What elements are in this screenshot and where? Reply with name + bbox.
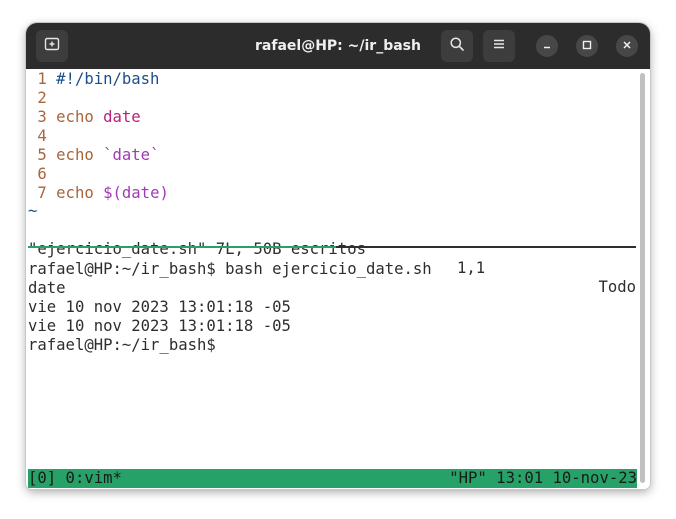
vim-line: 7 echo $(date) [28,184,169,203]
pane-divider-active [28,246,336,248]
vim-line: 3 echo date [28,108,141,127]
line-number: 6 [28,165,57,183]
pane-divider [336,246,636,248]
code-token: #!/bin/bash [56,70,160,88]
vim-status-line: "ejercicio_date.sh" 7L, 50B escritos 1,1… [28,221,636,296]
shell-line: rafael@HP:~/ir_bash$ bash ejercicio_date… [28,260,432,278]
line-number: 5 [28,146,57,164]
code-token: echo [56,108,104,126]
minimize-icon [542,37,552,55]
line-number: 4 [28,127,57,145]
vim-line: 2 [28,89,56,108]
close-button[interactable] [616,35,638,57]
code-token: echo [56,184,104,202]
vim-empty-line-marker: ~ [28,202,38,220]
minimize-button[interactable] [536,35,558,57]
vim-status-message: "ejercicio_date.sh" 7L, 50B escritos [28,240,366,258]
line-number: 7 [28,184,57,202]
vim-cursor-position: 1,1 [457,259,486,277]
line-number: 3 [28,108,57,126]
vim-line: 1 #!/bin/bash [28,70,159,89]
new-tab-button[interactable] [36,30,68,62]
tmux-host-clock: "HP" 13:01 10-nov-23 [449,469,637,487]
line-number: 1 [28,70,57,88]
hamburger-menu-icon [492,37,506,56]
search-icon [449,36,465,57]
vim-line: 4 [28,127,56,146]
title-bar: rafael@HP: ~/ir_bash [26,23,650,69]
menu-button[interactable] [483,30,515,62]
terminal-area[interactable]: 1 #!/bin/bash 2 3 echo date 4 5 echo `da… [26,69,650,489]
close-icon [622,37,632,55]
shell-line: vie 10 nov 2023 13:01:18 -05 [28,317,291,335]
maximize-button[interactable] [576,35,598,57]
maximize-icon [582,37,592,55]
line-number: 2 [28,89,57,107]
code-token: `date` [103,146,160,164]
search-button[interactable] [441,30,473,62]
vim-line: 6 [28,165,56,184]
vim-scroll-position: Todo [598,278,636,296]
code-token: echo [56,146,104,164]
shell-line: date [28,279,66,297]
shell-line: vie 10 nov 2023 13:01:18 -05 [28,298,291,316]
vim-line: 5 echo `date` [28,146,159,165]
tmux-window-list: [0] 0:vim* [28,469,122,487]
shell-line: rafael@HP:~/ir_bash$ [28,336,226,354]
scrollbar[interactable] [640,73,645,483]
code-token: $(date) [103,184,169,202]
new-tab-icon [44,36,60,57]
terminal-window: rafael@HP: ~/ir_bash 1 #!/bin/bash 2 3 e… [26,23,650,489]
code-token: date [103,108,141,126]
tmux-status-bar: [0] 0:vim* "HP" 13:01 10-nov-23 [28,469,637,488]
